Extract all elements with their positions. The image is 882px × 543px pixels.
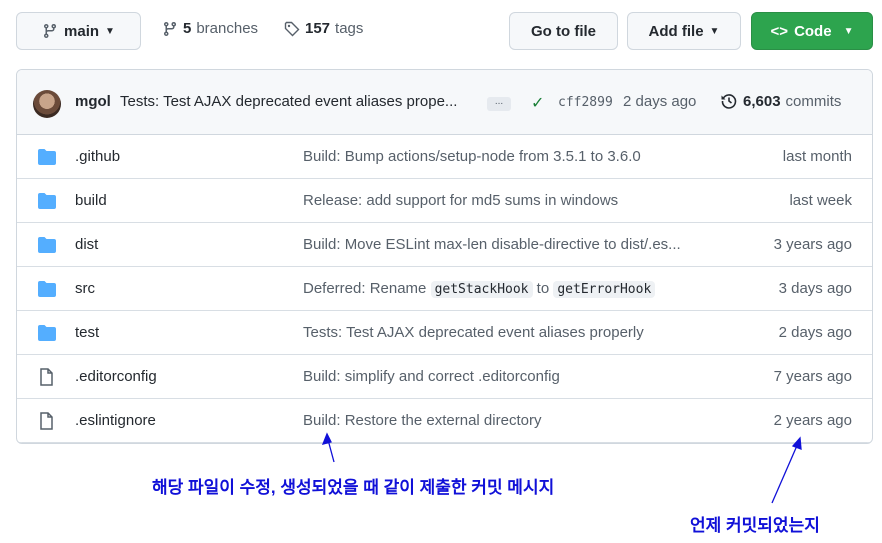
annotation-arrows (321, 432, 802, 504)
arrowhead (321, 432, 332, 445)
arrow-to-commit-time (771, 440, 800, 504)
commit-message-annotation: 해당 파일이 수정, 생성되었을 때 같이 제출한 커밋 메시지 (152, 478, 555, 497)
commit-time-annotation: 언제 커밋되었는지 (690, 516, 820, 535)
arrowhead (791, 436, 802, 450)
